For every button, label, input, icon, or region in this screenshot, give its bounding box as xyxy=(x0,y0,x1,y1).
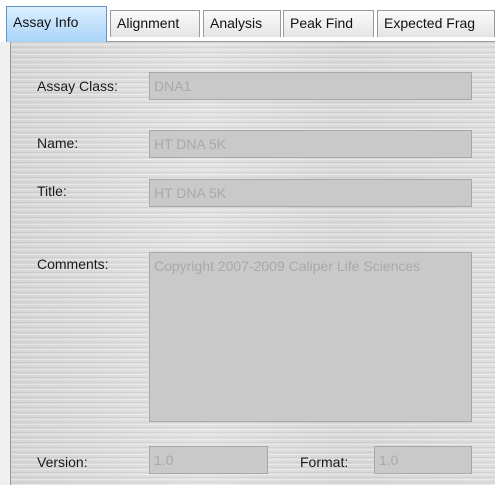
title-field[interactable]: HT DNA 5K xyxy=(149,179,472,207)
format-label: Format: xyxy=(300,454,349,470)
tab-assay-info[interactable]: Assay Info xyxy=(6,6,107,42)
assay-window: Assay Info Alignment Analysis Peak Find … xyxy=(0,0,495,485)
version-label: Version: xyxy=(37,454,88,470)
comments-textarea[interactable]: Copyright 2007-2009 Caliper Life Science… xyxy=(149,252,472,422)
tab-peak-find[interactable]: Peak Find xyxy=(283,10,374,37)
name-label: Name: xyxy=(37,135,79,151)
comments-label: Comments: xyxy=(37,256,109,272)
format-field[interactable]: 1.0 xyxy=(374,446,472,474)
tab-analysis[interactable]: Analysis xyxy=(203,10,281,37)
tab-strip: Assay Info Alignment Analysis Peak Find … xyxy=(0,0,495,42)
tab-alignment[interactable]: Alignment xyxy=(110,10,200,37)
assay-class-label: Assay Class: xyxy=(37,78,118,94)
tab-expected-frag[interactable]: Expected Frag xyxy=(377,10,495,37)
assay-class-field[interactable]: DNA1 xyxy=(149,72,472,100)
name-field[interactable]: HT DNA 5K xyxy=(149,130,472,158)
title-label: Title: xyxy=(37,183,67,199)
version-field[interactable]: 1.0 xyxy=(149,446,268,474)
